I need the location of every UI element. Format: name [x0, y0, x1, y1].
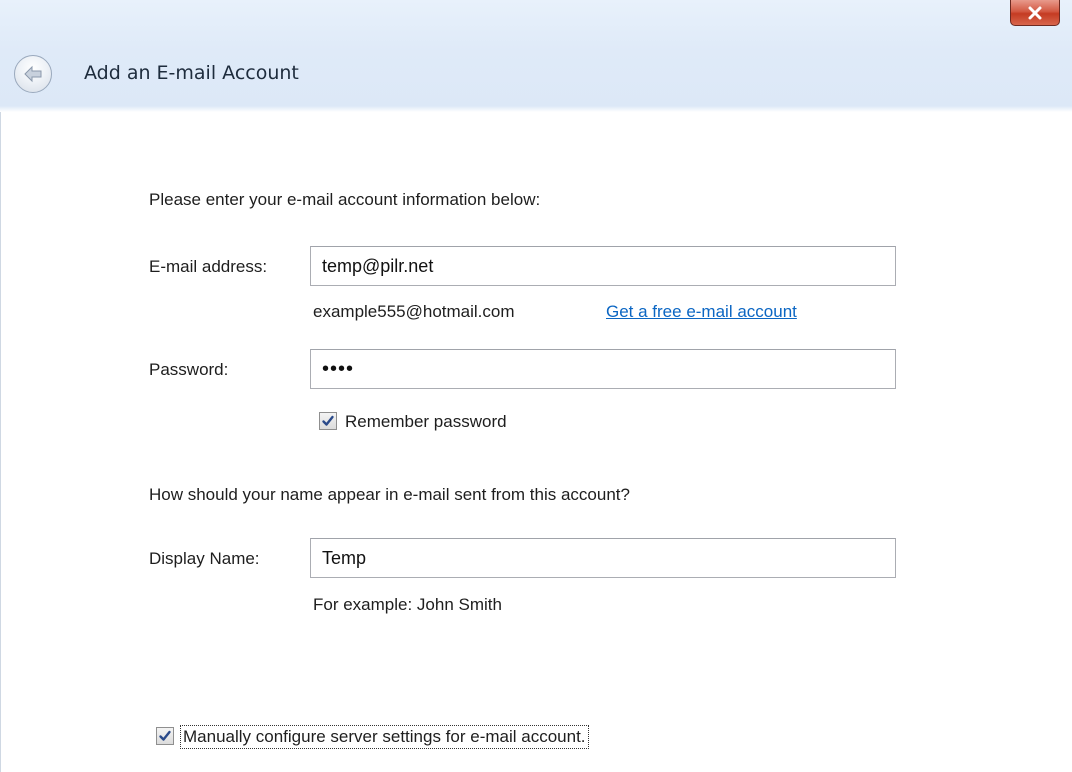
manual-config-checkbox[interactable]	[156, 727, 174, 745]
password-label: Password:	[149, 360, 229, 379]
get-free-email-link[interactable]: Get a free e-mail account	[606, 302, 797, 322]
header-divider	[0, 106, 1072, 112]
checkmark-icon	[159, 730, 171, 741]
remember-password-checkbox[interactable]	[319, 412, 337, 430]
close-button[interactable]	[1010, 0, 1060, 26]
display-name-question: How should your name appear in e-mail se…	[149, 485, 630, 504]
back-button[interactable]	[14, 55, 52, 93]
email-field[interactable]	[310, 246, 896, 286]
email-label: E-mail address:	[149, 257, 268, 276]
display-name-field[interactable]	[310, 538, 896, 578]
intro-text: Please enter your e-mail account informa…	[149, 190, 541, 209]
close-icon	[1028, 6, 1042, 19]
add-email-account-dialog: Add an E-mail Account Please enter your …	[0, 0, 1072, 772]
display-name-example-text: For example: John Smith	[313, 595, 502, 614]
email-example-text: example555@hotmail.com	[313, 302, 515, 321]
manual-config-label[interactable]: Manually configure server settings for e…	[180, 725, 589, 749]
back-arrow-icon	[24, 65, 42, 83]
display-name-label: Display Name:	[149, 549, 260, 568]
dialog-title: Add an E-mail Account	[84, 62, 299, 84]
password-field[interactable]	[310, 349, 896, 389]
remember-password-label[interactable]: Remember password	[345, 412, 507, 432]
checkmark-icon	[322, 415, 334, 426]
window-left-border	[0, 112, 1, 772]
dialog-header	[0, 0, 1072, 112]
